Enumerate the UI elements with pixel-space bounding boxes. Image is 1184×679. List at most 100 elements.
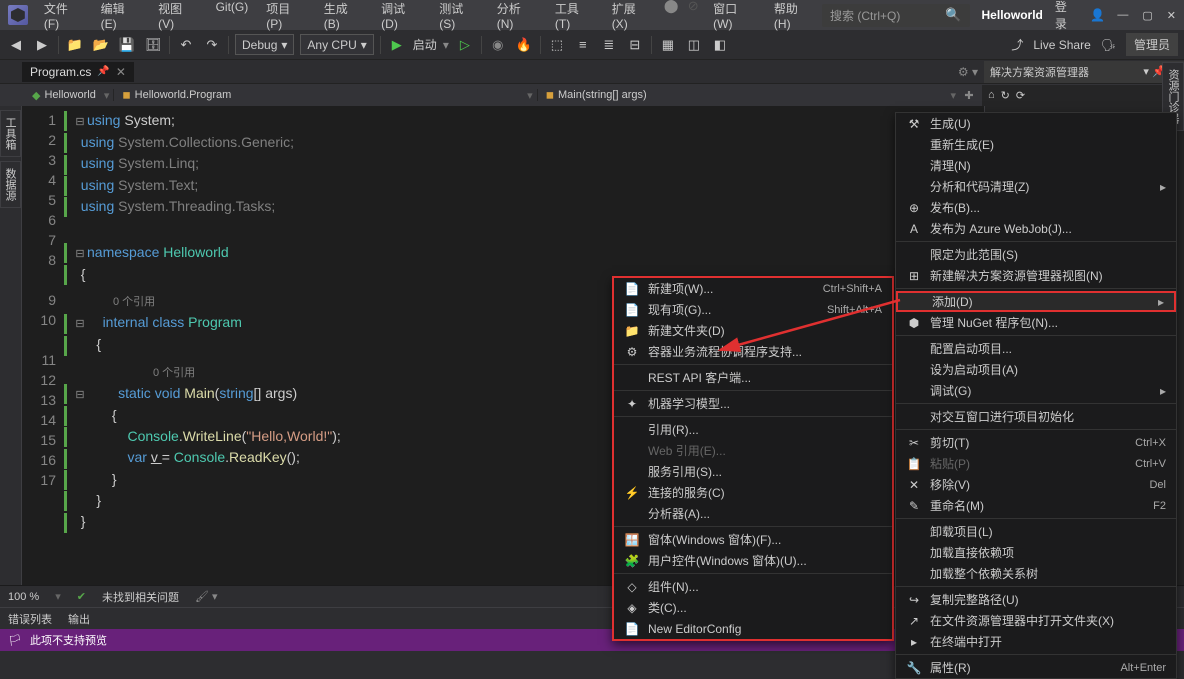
minimize-button[interactable]: — <box>1117 9 1128 22</box>
open-icon[interactable]: 📂 <box>91 35 111 55</box>
se-home-icon[interactable]: ⌂ <box>988 89 995 102</box>
menu-item[interactable]: A发布为 Azure WebJob(J)... <box>896 218 1176 239</box>
menu-item[interactable]: 分析器(A)... <box>614 503 892 524</box>
se-refresh-icon[interactable]: ⟳ <box>1016 89 1025 102</box>
pin-icon[interactable]: 📌 <box>97 66 109 77</box>
close-tab-icon[interactable]: ✕ <box>116 65 126 79</box>
menu-item[interactable]: ⚙容器业务流程协调程序支持... <box>614 341 892 362</box>
tb-icon-c[interactable]: ≣ <box>599 35 619 55</box>
tab-errorlist[interactable]: 错误列表 <box>8 611 52 627</box>
menu-item[interactable]: ✦机器学习模型... <box>614 393 892 414</box>
save-all-icon[interactable]: 🗄 <box>143 35 163 55</box>
menu-item[interactable]: 📁新建文件夹(D) <box>614 320 892 341</box>
close-button[interactable]: ✕ <box>1167 9 1176 22</box>
menu-window[interactable]: 窗口(W) <box>705 0 764 35</box>
menu-git[interactable]: Git(G) <box>208 0 257 35</box>
tb-icon-g[interactable]: ◧ <box>710 35 730 55</box>
menu-item[interactable]: 清理(N) <box>896 155 1176 176</box>
menu-item[interactable]: ⚒生成(U) <box>896 113 1176 134</box>
menu-item[interactable]: 服务引用(S)... <box>614 461 892 482</box>
tab-program-cs[interactable]: Program.cs 📌 ✕ <box>22 62 134 82</box>
menu-item[interactable]: 分析和代码清理(Z)▸ <box>896 176 1176 197</box>
menu-item[interactable]: ◇组件(N)... <box>614 576 892 597</box>
menu-view[interactable]: 视图(V) <box>150 0 205 35</box>
tb-icon-a[interactable]: ⬚ <box>547 35 567 55</box>
login-link[interactable]: 登录 <box>1055 0 1079 32</box>
maximize-button[interactable]: ▢ <box>1142 9 1152 22</box>
nav-method[interactable]: ◼Main(string[] args) <box>537 89 947 101</box>
menu-item[interactable]: ▸在终端中打开 <box>896 631 1176 652</box>
platform-dropdown[interactable]: Any CPU ▾ <box>300 34 373 55</box>
liveshare-icon[interactable]: ⤴ <box>1011 36 1023 53</box>
menu-item[interactable]: REST API 客户端... <box>614 367 892 388</box>
redo-icon[interactable]: ↷ <box>202 35 222 55</box>
tools-icon[interactable]: 🖌 ▾ <box>195 590 218 603</box>
menu-file[interactable]: 文件(F) <box>36 0 91 35</box>
menu-item[interactable]: 🔧属性(R)Alt+Enter <box>896 657 1176 678</box>
nav-project[interactable]: ◆Helloworld <box>28 89 100 102</box>
menu-analyze[interactable]: 分析(N) <box>489 0 545 35</box>
tab-output[interactable]: 输出 <box>68 611 90 627</box>
menu-item[interactable]: 📄现有项(G)...Shift+Alt+A <box>614 299 892 320</box>
login-avatar-icon[interactable]: 👤 <box>1090 8 1105 22</box>
step-icon[interactable]: ◉ <box>488 35 508 55</box>
menu-item[interactable]: 设为启动项目(A) <box>896 359 1176 380</box>
menu-item[interactable]: 添加(D)▸ <box>896 291 1176 312</box>
hot-reload-icon[interactable]: 🔥 <box>514 35 534 55</box>
record-icon[interactable]: ⬤ <box>661 0 681 16</box>
menu-item[interactable]: ✂剪切(T)Ctrl+X <box>896 432 1176 453</box>
zoom-level[interactable]: 100 % <box>8 591 39 603</box>
tab-settings-icon[interactable]: ⚙ ▾ <box>952 65 984 79</box>
menu-project[interactable]: 项目(P) <box>258 0 313 35</box>
back-icon[interactable]: ◀ <box>6 35 26 55</box>
menu-item[interactable]: 对交互窗口进行项目初始化 <box>896 406 1176 427</box>
menu-test[interactable]: 测试(S) <box>431 0 486 35</box>
menu-tools[interactable]: 工具(T) <box>547 0 602 35</box>
menu-item[interactable]: 配置启动项目... <box>896 338 1176 359</box>
menu-edit[interactable]: 编辑(E) <box>93 0 148 35</box>
vtab-datasource[interactable]: 数据源 <box>0 161 21 208</box>
menu-item[interactable]: ↗在文件资源管理器中打开文件夹(X) <box>896 610 1176 631</box>
menu-item[interactable]: 卸载项目(L) <box>896 521 1176 542</box>
menu-item[interactable]: 重新生成(E) <box>896 134 1176 155</box>
tb-icon-f[interactable]: ◫ <box>684 35 704 55</box>
se-sync-icon[interactable]: ↻ <box>1001 89 1010 102</box>
undo-icon[interactable]: ↶ <box>176 35 196 55</box>
code-content[interactable]: ⊟using System; using System.Collections.… <box>64 106 341 585</box>
issues-text[interactable]: 未找到相关问题 <box>102 589 179 605</box>
nav-add-icon[interactable]: ✚ <box>960 89 978 102</box>
menu-item[interactable]: 📄新建项(W)...Ctrl+Shift+A <box>614 278 892 299</box>
menu-build[interactable]: 生成(B) <box>316 0 371 35</box>
menu-item[interactable]: 🧩用户控件(Windows 窗体)(U)... <box>614 550 892 571</box>
menu-debug[interactable]: 调试(D) <box>373 0 429 35</box>
menu-item[interactable]: ⚡连接的服务(C) <box>614 482 892 503</box>
tb-icon-b[interactable]: ≡ <box>573 35 593 55</box>
start-label[interactable]: 启动 <box>413 36 437 53</box>
start-nodebug-icon[interactable]: ▷ <box>455 35 475 55</box>
menu-item[interactable]: ↪复制完整路径(U) <box>896 589 1176 610</box>
menu-item[interactable]: 🪟窗体(Windows 窗体)(F)... <box>614 529 892 550</box>
forward-icon[interactable]: ▶ <box>32 35 52 55</box>
new-project-icon[interactable]: 📁 <box>65 35 85 55</box>
menu-item[interactable]: 加载直接依赖项 <box>896 542 1176 563</box>
nav-class[interactable]: ◼Helloworld.Program <box>113 89 523 101</box>
search-box[interactable]: 搜索 (Ctrl+Q)🔍 <box>822 4 970 27</box>
menu-item[interactable]: ✎重命名(M)F2 <box>896 495 1176 516</box>
menu-item[interactable]: 引用(R)... <box>614 419 892 440</box>
liveshare-button[interactable]: Live Share <box>1033 38 1090 52</box>
tb-icon-e[interactable]: ▦ <box>658 35 678 55</box>
menu-item[interactable]: ⊞新建解决方案资源管理器视图(N) <box>896 265 1176 286</box>
panel-dropdown-icon[interactable]: ▾ <box>1143 66 1149 78</box>
menu-ext[interactable]: 扩展(X) <box>604 0 659 35</box>
menu-item[interactable]: ⊕发布(B)... <box>896 197 1176 218</box>
menu-item[interactable]: 加载整个依赖关系树 <box>896 563 1176 584</box>
tb-icon-d[interactable]: ⊟ <box>625 35 645 55</box>
menu-help[interactable]: 帮助(H) <box>766 0 822 35</box>
menu-item[interactable]: ✕移除(V)Del <box>896 474 1176 495</box>
menu-item[interactable]: ⬢管理 NuGet 程序包(N)... <box>896 312 1176 333</box>
start-debug-button[interactable]: ▶ <box>387 35 407 55</box>
feedback-icon[interactable]: 🗣 <box>1101 38 1116 52</box>
menu-item[interactable]: ◈类(C)... <box>614 597 892 618</box>
menu-item[interactable]: 限定为此范围(S) <box>896 244 1176 265</box>
vtab-toolbox[interactable]: 工具箱 <box>0 110 21 157</box>
